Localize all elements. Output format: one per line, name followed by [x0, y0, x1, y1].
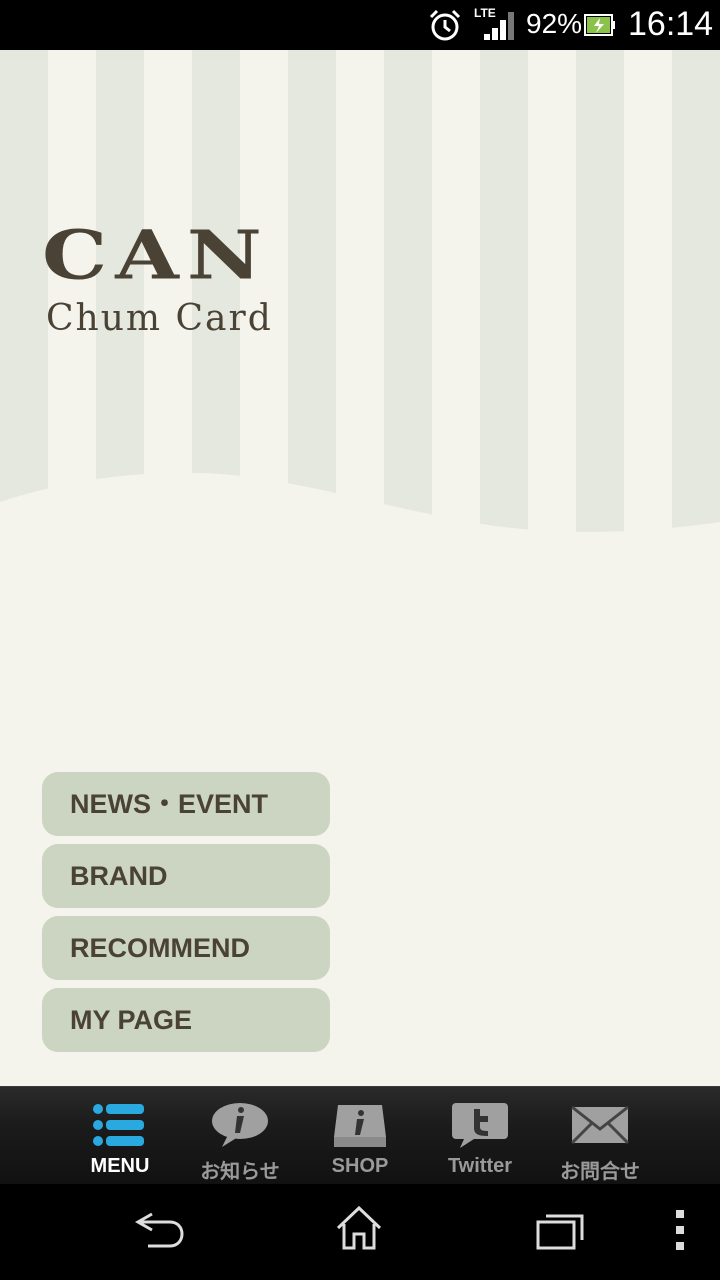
tab-news[interactable]: お知らせ — [180, 1087, 300, 1185]
alarm-icon — [429, 9, 461, 41]
recommend-button[interactable]: RECOMMEND — [42, 916, 330, 980]
battery-icon — [584, 14, 615, 36]
tab-label: お問合せ — [560, 1161, 640, 1183]
signal-icon — [484, 12, 514, 40]
tab-label: お知らせ — [200, 1161, 280, 1183]
tab-twitter[interactable]: Twitter — [420, 1087, 540, 1185]
logo-title: CAN — [42, 216, 270, 295]
clock: 16:14 — [628, 5, 714, 43]
tab-menu[interactable]: MENU — [60, 1087, 180, 1185]
menu-list-icon — [93, 1104, 144, 1146]
shop-info-icon — [334, 1105, 386, 1147]
tab-contact[interactable]: お問合せ — [540, 1087, 660, 1185]
home-icon[interactable] — [334, 1204, 384, 1252]
news-event-button[interactable]: NEWS・EVENT — [42, 772, 330, 836]
bottom-tab-bar: MENU お知らせ SHOP Twitter お問合せ — [0, 1086, 720, 1185]
mail-icon — [570, 1105, 630, 1145]
tab-label: Twitter — [447, 1155, 513, 1177]
tab-label: MENU — [90, 1155, 150, 1177]
can-chum-card-logo: CAN Chum Card — [42, 216, 271, 339]
system-nav-bar — [0, 1184, 720, 1280]
recent-apps-icon[interactable] — [536, 1210, 586, 1250]
my-page-button[interactable]: MY PAGE — [42, 988, 330, 1052]
tab-shop[interactable]: SHOP — [300, 1087, 420, 1185]
logo-subtitle: Chum Card — [46, 298, 273, 339]
app-content: CAN Chum Card NEWS・EVENT BRAND RECOMMEND… — [0, 50, 720, 1086]
battery-percent: 92% — [526, 8, 583, 39]
info-bubble-icon — [212, 1103, 268, 1147]
tab-label: SHOP — [331, 1155, 389, 1177]
brand-button[interactable]: BRAND — [42, 844, 330, 908]
twitter-icon — [452, 1103, 508, 1148]
status-bar: LTE 92% 16:14 — [0, 0, 720, 50]
overflow-menu-icon[interactable] — [672, 1208, 688, 1252]
main-menu: NEWS・EVENT BRAND RECOMMEND MY PAGE — [42, 772, 330, 1060]
back-icon[interactable] — [132, 1208, 186, 1248]
